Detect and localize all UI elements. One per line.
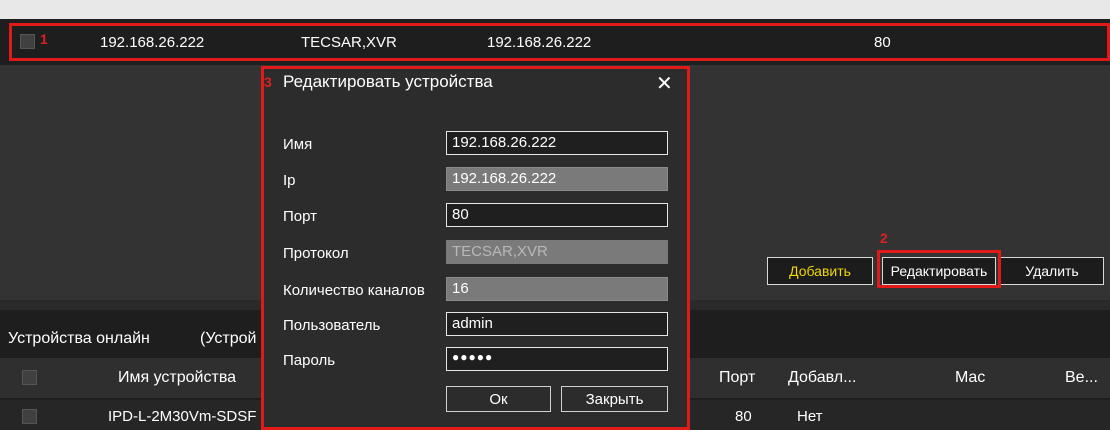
user-label: Пользователь (283, 317, 381, 334)
col-port[interactable]: Порт (719, 369, 755, 387)
add-button[interactable]: Добавить (767, 257, 873, 285)
annotation-marker-3: 3 (264, 74, 272, 90)
row-port: 80 (735, 408, 752, 425)
dialog-title: Редактировать устройства (283, 72, 493, 91)
top-strip (0, 0, 1110, 19)
user-input[interactable]: admin (446, 312, 668, 336)
header-checkbox[interactable] (22, 370, 37, 385)
col-mac[interactable]: Mac (955, 369, 985, 387)
col-version[interactable]: Ве... (1065, 369, 1098, 387)
port-input[interactable]: 80 (446, 203, 668, 227)
protocol-input: TECSAR,XVR (446, 240, 668, 264)
tab-second[interactable]: (Устрой (200, 330, 256, 348)
ip-label: Ip (283, 172, 296, 189)
highlight-frame-row (9, 23, 1110, 61)
password-input[interactable]: ●●●●● (446, 347, 668, 371)
channels-input[interactable]: 16 (446, 277, 668, 301)
port-label: Порт (283, 208, 318, 225)
highlight-frame-edit (877, 250, 1001, 288)
protocol-label: Протокол (283, 245, 349, 262)
annotation-marker-2: 2 (880, 230, 888, 246)
row-device-name: IPD-L-2M30Vm-SDSF (108, 408, 257, 425)
col-device-name[interactable]: Имя устройства (118, 369, 236, 387)
channels-label: Количество каналов (283, 282, 425, 299)
delete-button[interactable]: Удалить (1000, 257, 1104, 285)
close-icon[interactable]: ✕ (656, 71, 673, 96)
col-added[interactable]: Добавл... (788, 369, 856, 387)
password-label: Пароль (283, 352, 336, 369)
ip-input[interactable]: 192.168.26.222 (446, 167, 668, 191)
row-checkbox[interactable] (22, 409, 37, 424)
close-button[interactable]: Закрыть (561, 386, 668, 412)
row-added: Нет (797, 408, 823, 425)
name-label: Имя (283, 136, 313, 153)
tab-online-devices[interactable]: Устройства онлайн (8, 330, 150, 348)
name-input[interactable]: 192.168.26.222 (446, 131, 668, 155)
ok-button[interactable]: Ок (446, 386, 551, 412)
